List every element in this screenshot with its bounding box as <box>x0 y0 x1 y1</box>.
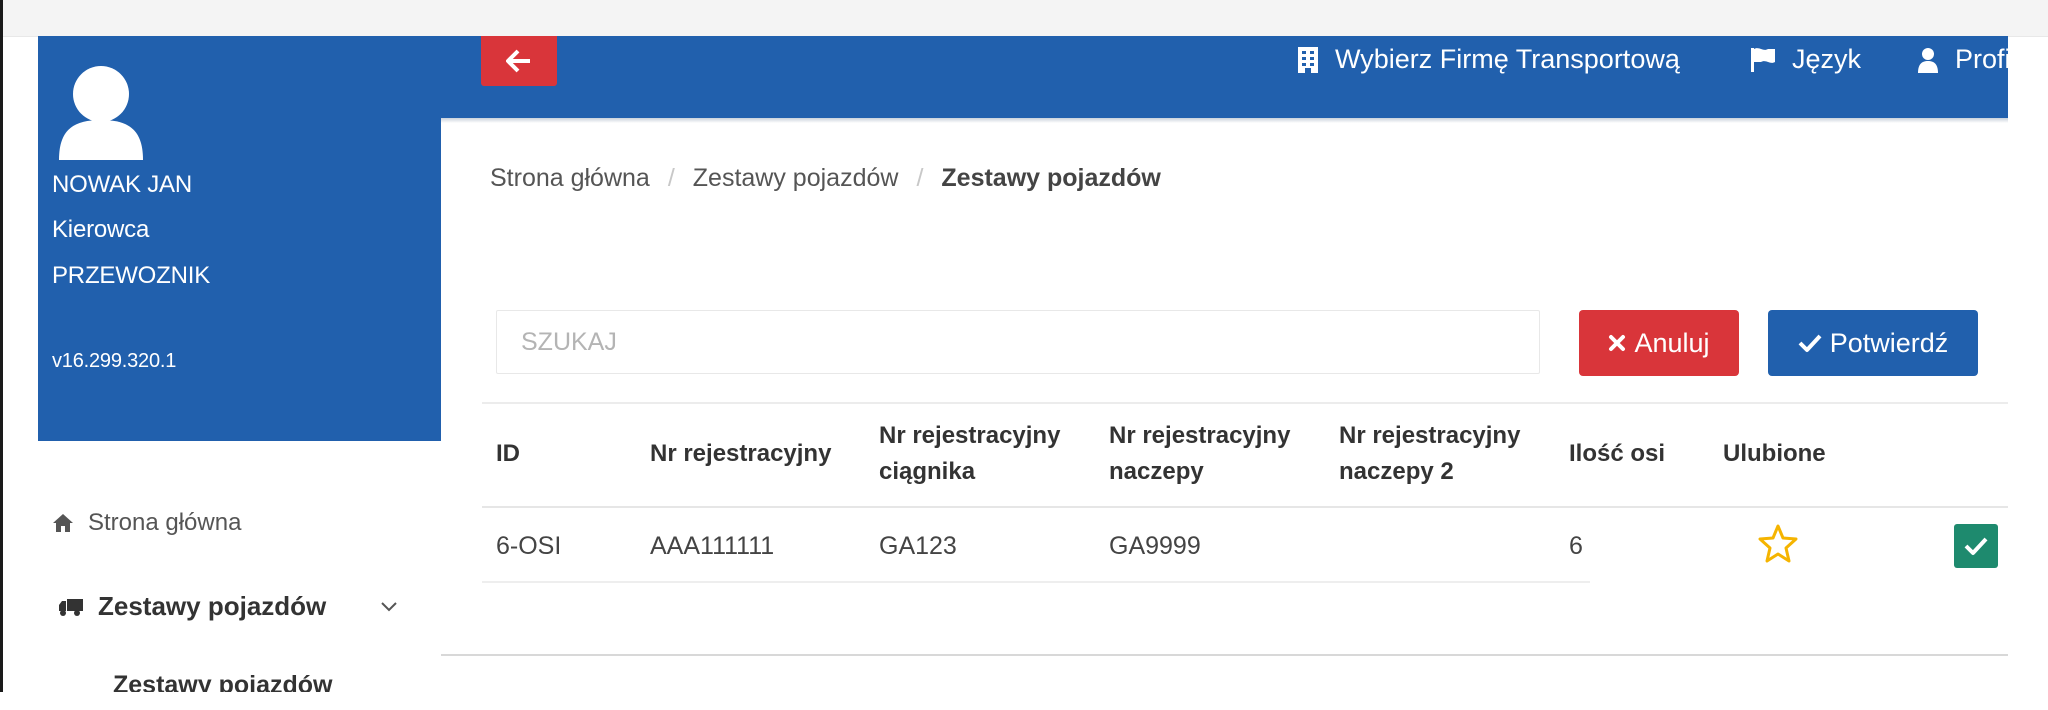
sidebar-item-label: Strona główna <box>88 509 242 536</box>
column-header-line: Nr rejestracyjny <box>879 422 1061 449</box>
bottom-strip <box>0 692 2048 710</box>
top-navbar: Wybierz Firmę Transportową Język Profil <box>441 36 2017 118</box>
user-company: PRZEWOZNIK <box>52 262 210 289</box>
top-strip <box>3 0 2048 37</box>
confirm-button[interactable]: Potwierdź <box>1768 310 1978 376</box>
column-header-id: ID <box>496 440 520 467</box>
column-header-line: Nr rejestracyjny <box>1109 422 1291 449</box>
breadcrumb-separator: / <box>667 164 675 192</box>
breadcrumb: Strona główna / Zestawy pojazdów / Zesta… <box>490 164 1161 193</box>
app: NOWAK JAN Kierowca PRZEWOZNIK v16.299.32… <box>38 36 2017 699</box>
language-link[interactable]: Język <box>1750 44 1861 75</box>
column-header-trailer: Nr rejestracyjny naczepy <box>1109 418 1290 490</box>
choose-company-label: Wybierz Firmę Transportową <box>1335 44 1680 74</box>
column-header-reg: Nr rejestracyjny <box>650 440 832 467</box>
cancel-label: Anuluj <box>1634 327 1710 358</box>
flag-icon <box>1751 47 1775 72</box>
cancel-button[interactable]: Anuluj <box>1579 310 1739 376</box>
breadcrumb-current: Zestawy pojazdów <box>941 164 1161 192</box>
profile-label: Profil <box>1955 44 2017 74</box>
app-version: v16.299.320.1 <box>52 350 177 372</box>
cell-tractor: GA123 <box>879 532 957 560</box>
breadcrumb-vehicle-sets[interactable]: Zestawy pojazdów <box>693 164 899 193</box>
check-icon <box>1964 537 1988 555</box>
column-header-line: naczepy <box>1109 458 1204 485</box>
language-label: Język <box>1792 44 1862 74</box>
back-button[interactable] <box>481 36 557 86</box>
column-header-line: Nr rejestracyjny <box>1339 422 1521 449</box>
column-header-tractor: Nr rejestracyjny ciągnika <box>879 418 1060 490</box>
column-header-trailer2: Nr rejestracyjny naczepy 2 <box>1339 418 1520 490</box>
arrow-left-icon <box>506 49 530 73</box>
column-header-axles: Ilość osi <box>1569 440 1666 467</box>
chevron-down-icon[interactable] <box>380 601 398 613</box>
avatar <box>59 66 143 160</box>
column-header-line: naczepy 2 <box>1339 458 1454 485</box>
choose-company-link[interactable]: Wybierz Firmę Transportową <box>1297 44 1680 75</box>
column-header-favorite: Ulubione <box>1723 440 1826 467</box>
cell-trailer: GA9999 <box>1109 532 1201 560</box>
content-bottom-rule <box>441 654 2008 656</box>
cell-axles: 6 <box>1569 532 1583 560</box>
user-role: Kierowca <box>52 216 150 243</box>
breadcrumb-separator: / <box>916 164 924 192</box>
sidebar-item-label: Zestawy pojazdów <box>98 591 327 621</box>
star-outline-icon[interactable] <box>1757 523 1799 563</box>
sidebar-item-vehicle-sets[interactable]: Zestawy pojazdów <box>58 591 326 622</box>
cell-reg: AAA111111 <box>650 532 775 560</box>
row-select-checkbox[interactable] <box>1954 524 1998 568</box>
cell-id: 6-OSI <box>496 532 562 560</box>
sidebar-item-home[interactable]: Strona główna <box>52 509 241 537</box>
table-row-border <box>482 581 1590 583</box>
profile-link[interactable]: Profil <box>1917 44 2017 75</box>
sidebar-profile: NOWAK JAN Kierowca PRZEWOZNIK v16.299.32… <box>38 36 441 441</box>
confirm-label: Potwierdź <box>1829 327 1949 358</box>
building-icon <box>1298 46 1318 73</box>
search-input[interactable] <box>496 310 1540 374</box>
truck-icon <box>59 598 83 616</box>
navbar-shadow <box>441 118 2008 123</box>
table-header-border <box>482 506 2008 508</box>
home-icon <box>53 514 73 532</box>
user-icon <box>1918 47 1938 73</box>
breadcrumb-home[interactable]: Strona główna <box>490 164 650 193</box>
times-icon <box>1609 335 1626 351</box>
column-header-line: ciągnika <box>879 458 976 485</box>
table-top-border <box>482 402 2008 404</box>
check-icon <box>1798 334 1822 352</box>
user-name: NOWAK JAN <box>52 171 192 198</box>
sidebar-menu: Strona główna Zestawy pojazdów Zestawy p… <box>38 441 441 699</box>
